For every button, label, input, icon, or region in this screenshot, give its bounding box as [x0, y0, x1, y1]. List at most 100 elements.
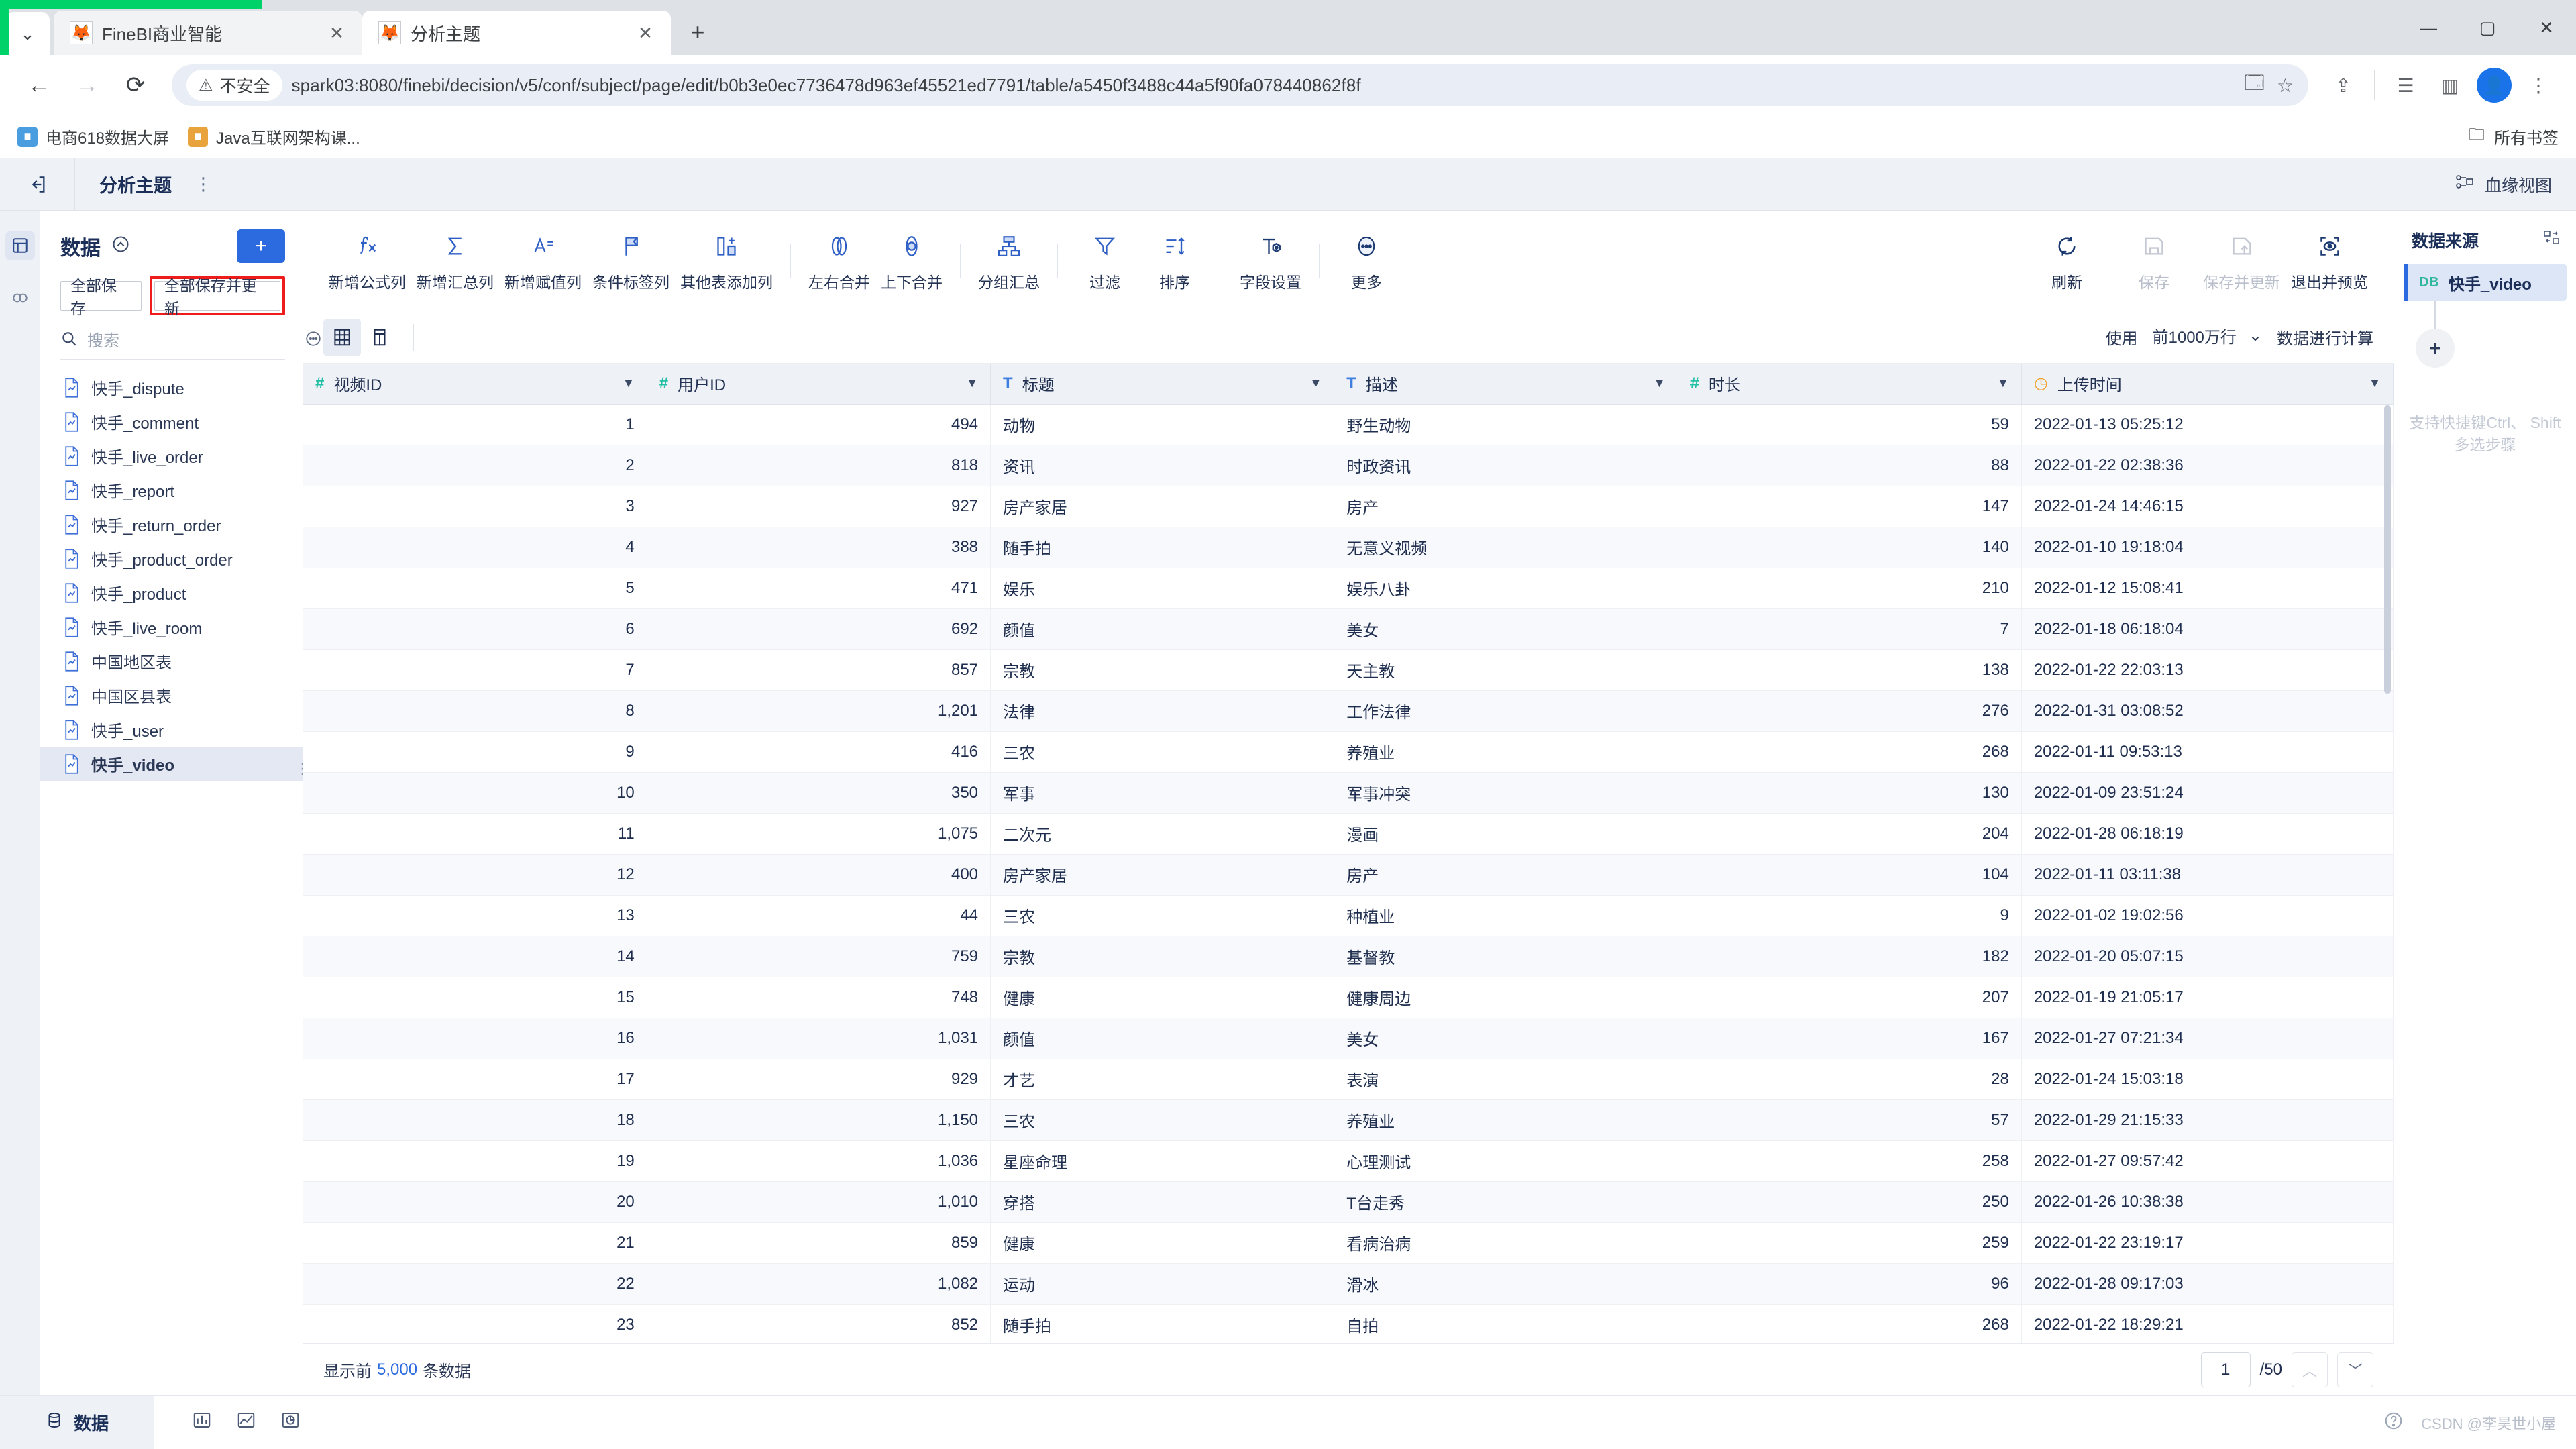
table-row[interactable]: 2 818 资讯 时政资讯 88 2022-01-22 02:38:36: [303, 445, 2394, 486]
table-row[interactable]: 22 1,082 运动 滑冰 96 2022-01-28 09:17:03: [303, 1263, 2394, 1305]
toolbar-right-button-0[interactable]: 刷新: [2023, 229, 2110, 292]
table-row[interactable]: 9 416 三农 养殖业 268 2022-01-11 09:53:13: [303, 731, 2394, 773]
table-row[interactable]: 16 1,031 颜值 美女 167 2022-01-27 07:21:34: [303, 1018, 2394, 1059]
table-row[interactable]: 14 759 宗教 基督教 182 2022-01-20 05:07:15: [303, 936, 2394, 977]
add-table-button[interactable]: +: [237, 229, 285, 263]
table-row[interactable]: 4 388 随手拍 无意义视频 140 2022-01-10 19:18:04: [303, 527, 2394, 568]
search-input[interactable]: [87, 331, 295, 351]
side-panel-icon[interactable]: ▥: [2430, 65, 2470, 105]
close-tab-1-icon[interactable]: ✕: [323, 23, 350, 44]
forward-icon[interactable]: →: [66, 64, 109, 107]
toolbar-button-6[interactable]: 上下合并: [875, 229, 948, 292]
table-row[interactable]: 21 859 健康 看病治病 259 2022-01-22 23:19:17: [303, 1222, 2394, 1264]
bookmark-item-1[interactable]: ■ Java互联网架构课...: [188, 125, 360, 148]
toolbar-button-7[interactable]: 分组汇总: [973, 229, 1045, 292]
lineage-view-button[interactable]: 血缘视图: [2455, 172, 2576, 197]
reading-list-icon[interactable]: ☰: [2385, 65, 2426, 105]
table-column-header[interactable]: # 用户ID ▼: [647, 364, 991, 405]
data-table-wrapper[interactable]: # 视频ID ▼ # 用户ID ▼ T 标题 ▼ T 描述 ▼ # 时长 ▼ ◷ 上传时间 ▼ 1 494 动物 野生动…: [303, 364, 2394, 1343]
share-icon[interactable]: ⇪: [2323, 65, 2363, 105]
page-input[interactable]: [2200, 1352, 2251, 1387]
table-row[interactable]: 17 929 才艺 表演 28 2022-01-24 15:03:18: [303, 1059, 2394, 1100]
reload-icon[interactable]: ⟳: [114, 64, 157, 107]
chevron-down-icon[interactable]: ▼: [1997, 376, 2009, 390]
chevron-down-icon[interactable]: ▼: [966, 376, 978, 390]
table-list-item[interactable]: 快手_comment: [40, 405, 303, 439]
browser-tab-1[interactable]: 🦊 FineBI商业智能 ✕: [54, 11, 362, 55]
chart-bar-icon[interactable]: [192, 1410, 212, 1435]
table-row[interactable]: 10 350 军事 军事冲突 130 2022-01-09 23:51:24: [303, 772, 2394, 814]
chevron-down-icon[interactable]: ▼: [1654, 376, 1666, 390]
chart-area-icon[interactable]: [236, 1410, 256, 1435]
translate-icon[interactable]: 🗔: [2245, 69, 2265, 101]
toolbar-button-9[interactable]: 排序: [1140, 229, 1210, 292]
address-bar[interactable]: ⚠ 不安全 spark03:8080/finebi/decision/v5/co…: [172, 64, 2308, 106]
table-row[interactable]: 5 471 娱乐 娱乐八卦 210 2022-01-12 15:08:41: [303, 568, 2394, 609]
add-step-button[interactable]: +: [2416, 329, 2455, 368]
table-row[interactable]: 23 852 随手拍 自拍 268 2022-01-22 18:29:21: [303, 1304, 2394, 1343]
chrome-menu-icon[interactable]: ⋮: [2518, 65, 2559, 105]
table-row[interactable]: 18 1,150 三农 养殖业 57 2022-01-29 21:15:33: [303, 1099, 2394, 1141]
table-row[interactable]: 19 1,036 星座命理 心理测试 258 2022-01-27 09:57:42: [303, 1140, 2394, 1182]
exit-left-icon[interactable]: [0, 158, 75, 211]
table-list-item[interactable]: 快手_product_order: [40, 541, 303, 576]
toolbar-button-2[interactable]: 新增赋值列: [499, 229, 587, 292]
table-column-header[interactable]: T 标题 ▼: [990, 364, 1335, 405]
rail-item-table-view[interactable]: [5, 231, 35, 260]
toolbar-button-8[interactable]: 过滤: [1070, 229, 1140, 292]
footer-tab-data[interactable]: 数据: [0, 1395, 154, 1449]
bookmark-item-0[interactable]: ■ 电商618数据大屏: [17, 125, 169, 148]
chevron-down-icon[interactable]: ▼: [2369, 376, 2381, 390]
toolbar-button-5[interactable]: 左右合并: [803, 229, 875, 292]
chevron-up-icon[interactable]: ︿: [2292, 1352, 2328, 1387]
toolbar-button-10[interactable]: 字段设置: [1234, 229, 1307, 292]
table-list-item[interactable]: 中国地区表: [40, 644, 303, 678]
table-list-item[interactable]: 快手_live_room: [40, 610, 303, 644]
table-row[interactable]: 20 1,010 穿搭 T台走秀 250 2022-01-26 10:38:38: [303, 1181, 2394, 1223]
table-column-header[interactable]: T 描述 ▼: [1334, 364, 1678, 405]
table-list-item[interactable]: 快手_dispute: [40, 370, 303, 405]
table-list-item[interactable]: 快手_report: [40, 473, 303, 507]
toolbar-button-0[interactable]: 新增公式列: [323, 229, 411, 292]
ellipsis-icon[interactable]: [305, 330, 322, 352]
toolbar-button-3[interactable]: 条件标签列: [587, 229, 675, 292]
security-badge[interactable]: ⚠ 不安全: [186, 70, 282, 101]
tab-search-button[interactable]: ⌄: [5, 12, 50, 55]
row-limit-select[interactable]: 前1000万行 ⌄: [2147, 323, 2267, 352]
table-row[interactable]: 3 927 房产家居 房产 147 2022-01-24 14:46:15: [303, 486, 2394, 527]
help-icon[interactable]: [2383, 1411, 2404, 1434]
table-row[interactable]: 8 1,201 法律 工作法律 276 2022-01-31 03:08:52: [303, 690, 2394, 732]
column-view-icon[interactable]: [361, 319, 398, 356]
data-source-node[interactable]: DB 快手_video: [2404, 264, 2567, 301]
table-list-item[interactable]: 快手_user: [40, 712, 303, 747]
browser-tab-2[interactable]: 🦊 分析主题 ✕: [362, 11, 671, 55]
table-row[interactable]: 12 400 房产家居 房产 104 2022-01-11 03:11:38: [303, 854, 2394, 896]
close-tab-2-icon[interactable]: ✕: [632, 23, 659, 44]
toolbar-right-button-3[interactable]: 退出并预览: [2286, 229, 2373, 292]
minimize-icon[interactable]: —: [2399, 0, 2458, 55]
grid-view-icon[interactable]: [323, 318, 361, 356]
toolbar-button-11[interactable]: 更多: [1332, 229, 1401, 292]
table-column-header[interactable]: # 视频ID ▼: [303, 364, 647, 405]
table-row[interactable]: 1 494 动物 野生动物 59 2022-01-13 05:25:12: [303, 404, 2394, 445]
table-row[interactable]: 15 748 健康 健康周边 207 2022-01-19 21:05:17: [303, 977, 2394, 1018]
new-tab-button[interactable]: +: [678, 12, 718, 52]
save-all-button[interactable]: 全部保存: [60, 277, 142, 317]
toolbar-button-1[interactable]: 新增汇总列: [411, 229, 499, 292]
table-list-item[interactable]: 快手_return_order: [40, 507, 303, 541]
layout-switch-icon[interactable]: [2542, 229, 2561, 252]
chevron-down-icon[interactable]: ▼: [1309, 376, 1322, 390]
chevron-down-icon[interactable]: ﹀: [2337, 1352, 2373, 1387]
back-icon[interactable]: ←: [17, 64, 60, 107]
table-list-item[interactable]: 快手_product: [40, 576, 303, 610]
table-row[interactable]: 13 44 三农 种植业 9 2022-01-02 19:02:56: [303, 895, 2394, 936]
data-panel-search[interactable]: [60, 330, 321, 360]
chart-pie-icon[interactable]: [280, 1410, 301, 1435]
table-list-item[interactable]: 快手_video: [40, 747, 303, 781]
table-row[interactable]: 11 1,075 二次元 漫画 204 2022-01-28 06:18:19: [303, 813, 2394, 855]
vertical-dots-icon[interactable]: ⋮: [195, 174, 212, 195]
table-list-item[interactable]: 中国区县表: [40, 678, 303, 712]
maximize-icon[interactable]: ▢: [2458, 0, 2517, 55]
bookmark-star-icon[interactable]: ☆: [2277, 74, 2294, 97]
toolbar-button-4[interactable]: 其他表添加列: [675, 229, 778, 292]
